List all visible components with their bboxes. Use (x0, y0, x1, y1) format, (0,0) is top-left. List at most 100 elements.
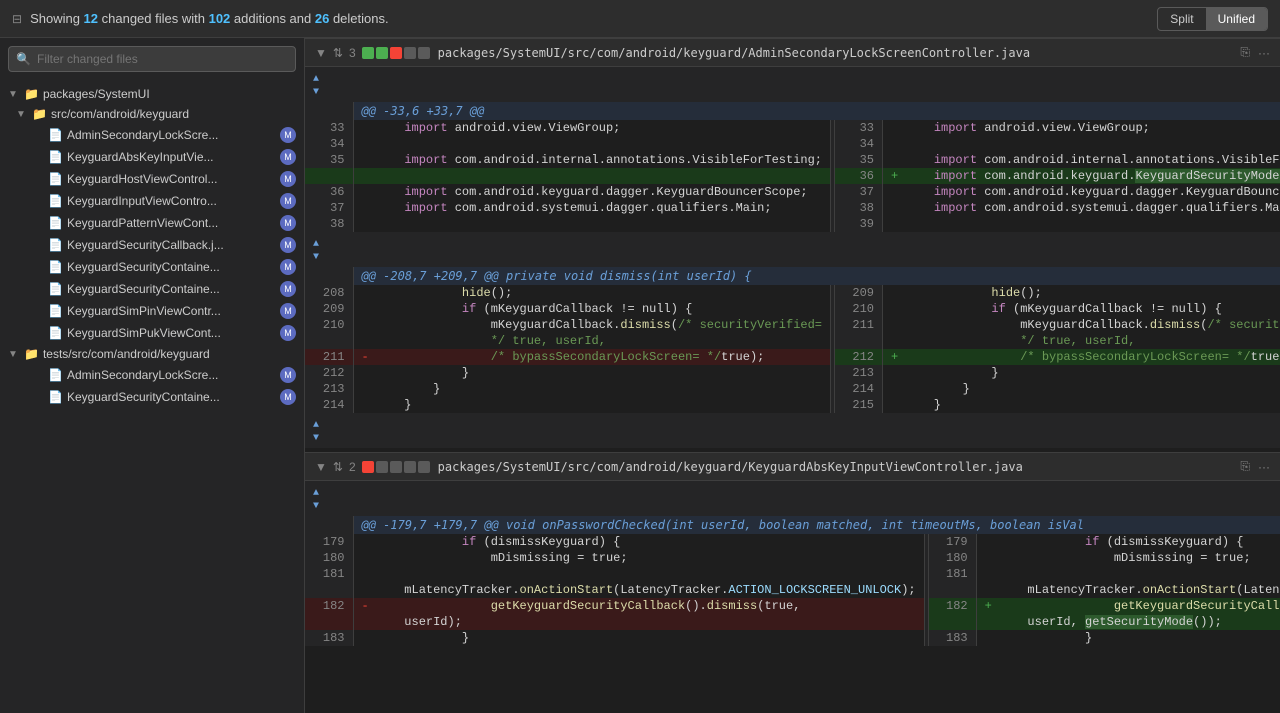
line-num-left: 211 (305, 349, 353, 365)
sidebar-item-keyguard-callback[interactable]: 📄 KeyguardSecurityCallback.j... M (0, 234, 304, 256)
diff-line: 180 mDismissing = true; 180 mDismissing … (305, 550, 1280, 566)
chevron-down-icon[interactable]: ▼ (315, 460, 327, 474)
line-content-left: */ true, userId, (353, 333, 831, 349)
sidebar-item-label: src/com/android/keyguard (51, 107, 296, 121)
diff-line: 38 39 (305, 216, 1280, 232)
neutral-bar (404, 47, 416, 59)
sidebar-item-label: KeyguardSimPukViewCont... (67, 326, 276, 340)
line-content-left (353, 216, 831, 232)
line-content-right: mDismissing = true; (976, 550, 1280, 566)
line-content-left: } (353, 381, 831, 397)
sidebar-item-admin-secondary[interactable]: 📄 AdminSecondaryLockScre... M (0, 124, 304, 146)
line-num-left: 213 (305, 381, 353, 397)
search-input[interactable] (8, 46, 296, 72)
line-content-right: } (883, 397, 1280, 413)
line-content-right: } (976, 630, 1280, 646)
hunk-expand-row-bottom[interactable]: ▲ ▼ (305, 413, 1280, 448)
line-content-left: - getKeyguardSecurityCallback().dismiss(… (353, 598, 924, 614)
chevron-down-icon: ▼ (8, 349, 24, 360)
file-icon: 📄 (48, 128, 63, 142)
neutral-bar (418, 47, 430, 59)
neutral-bar (418, 461, 430, 473)
line-num-right: 36 (835, 168, 883, 184)
diff-line: 181 181 (305, 566, 1280, 582)
line-content-left: } (353, 397, 831, 413)
line-content-right: import com.android.keyguard.dagger.Keygu… (883, 184, 1280, 200)
line-num-left: 37 (305, 200, 353, 216)
file-header-2: ▼ ⇅ 2 packages/SystemUI/src/com/android/… (305, 452, 1280, 481)
addition-bar (362, 47, 374, 59)
sidebar-item-keyguard-host[interactable]: 📄 KeyguardHostViewControl... M (0, 168, 304, 190)
line-content-right: } (883, 381, 1280, 397)
sidebar-item-keyguard-simpin[interactable]: 📄 KeyguardSimPinViewContr... M (0, 300, 304, 322)
line-content-left: if (dismissKeyguard) { (353, 534, 924, 550)
expand-arrows-icon[interactable]: ▲ ▼ (313, 74, 319, 98)
file-badge: M (280, 149, 296, 165)
diff-line: 34 34 (305, 136, 1280, 152)
sidebar-item-keyguard-abs[interactable]: 📄 KeyguardAbsKeyInputVie... M (0, 146, 304, 168)
line-num-left (305, 333, 353, 349)
line-num-right: 210 (835, 301, 883, 317)
line-num-left: 33 (305, 120, 353, 136)
diff-line: 36 import com.android.keyguard.dagger.Ke… (305, 184, 1280, 200)
sidebar-item-keyguard-security3[interactable]: 📄 KeyguardSecurityContaine... M (0, 386, 304, 408)
copy-icon[interactable]: ⎘ (1240, 45, 1250, 60)
sidebar-item-keyguard-pattern[interactable]: 📄 KeyguardPatternViewCont... M (0, 212, 304, 234)
sidebar-item-tests[interactable]: ▼ 📁 tests/src/com/android/keyguard (0, 344, 304, 364)
changed-count: 12 (84, 11, 98, 26)
hunk-expand-row[interactable]: ▲ ▼ (305, 67, 1280, 102)
hunk-expand-row[interactable]: ▲ ▼ (305, 232, 1280, 267)
expand-arrows-icon[interactable]: ▲ ▼ (313, 239, 319, 263)
line-content-right (883, 216, 1280, 232)
file-badge: M (280, 127, 296, 143)
line-content-right: hide(); (883, 285, 1280, 301)
sidebar-item-label: KeyguardSecurityContaine... (67, 260, 276, 274)
expand-arrows-icon[interactable]: ▲ ▼ (313, 488, 319, 512)
chevron-down-icon[interactable]: ▼ (315, 46, 327, 60)
line-num-right: 181 (928, 566, 976, 582)
deletion-bar (390, 47, 402, 59)
file-icon: 📄 (48, 216, 63, 230)
sidebar-item-admin2[interactable]: 📄 AdminSecondaryLockScre... M (0, 364, 304, 386)
change-bars (362, 461, 430, 473)
diff-line: 37 import com.android.systemui.dagger.qu… (305, 200, 1280, 216)
line-num-left: 183 (305, 630, 353, 646)
sidebar-item-keyguard-security2[interactable]: 📄 KeyguardSecurityContaine... M (0, 278, 304, 300)
diff-line: 210 mKeyguardCallback.dismiss(/* securit… (305, 317, 1280, 333)
sidebar-item-packages-systemui[interactable]: ▼ 📁 packages/SystemUI (0, 84, 304, 104)
line-content-right: } (883, 365, 1280, 381)
neutral-bar (376, 461, 388, 473)
file-icon: 📄 (48, 238, 63, 252)
sidebar-item-keyguard-security1[interactable]: 📄 KeyguardSecurityContaine... M (0, 256, 304, 278)
hunk-expand-row[interactable]: ▲ ▼ (305, 481, 1280, 516)
file-path: packages/SystemUI/src/com/android/keygua… (438, 460, 1233, 474)
line-num-right: 209 (835, 285, 883, 301)
sidebar-item-src-keyguard[interactable]: ▼ 📁 src/com/android/keyguard (0, 104, 304, 124)
line-content-left: } (353, 365, 831, 381)
more-icon[interactable]: ··· (1258, 460, 1270, 474)
unified-button[interactable]: Unified (1206, 8, 1267, 30)
change-bars (362, 47, 430, 59)
line-content-right: import com.android.systemui.dagger.quali… (883, 200, 1280, 216)
addition-bar (376, 47, 388, 59)
deletion-bar (362, 461, 374, 473)
more-icon[interactable]: ··· (1258, 46, 1270, 60)
file-badge: M (280, 215, 296, 231)
sidebar-item-keyguard-input[interactable]: 📄 KeyguardInputViewContro... M (0, 190, 304, 212)
line-content-right: + /* bypassSecondaryLockScreen= */true, … (883, 349, 1280, 365)
line-num-left (305, 582, 353, 598)
sidebar-item-label: KeyguardHostViewControl... (67, 172, 276, 186)
search-icon: 🔍 (16, 52, 31, 66)
hunk-info: @@ -208,7 +209,7 @@ private void dismiss… (353, 267, 1280, 285)
copy-icon[interactable]: ⎘ (1240, 459, 1250, 474)
line-content-right: userId, getSecurityMode()); (976, 614, 1280, 630)
line-content-left: if (mKeyguardCallback != null) { (353, 301, 831, 317)
file-icon: 📄 (48, 172, 63, 186)
sidebar-item-label: KeyguardSecurityCallback.j... (67, 238, 276, 252)
file-badge: M (280, 389, 296, 405)
sidebar-item-keyguard-simpuk[interactable]: 📄 KeyguardSimPukViewCont... M (0, 322, 304, 344)
line-content-left (353, 168, 831, 184)
expand-arrows-icon[interactable]: ▲ ▼ (313, 420, 319, 444)
split-button[interactable]: Split (1158, 8, 1205, 30)
file-badge: M (280, 281, 296, 297)
